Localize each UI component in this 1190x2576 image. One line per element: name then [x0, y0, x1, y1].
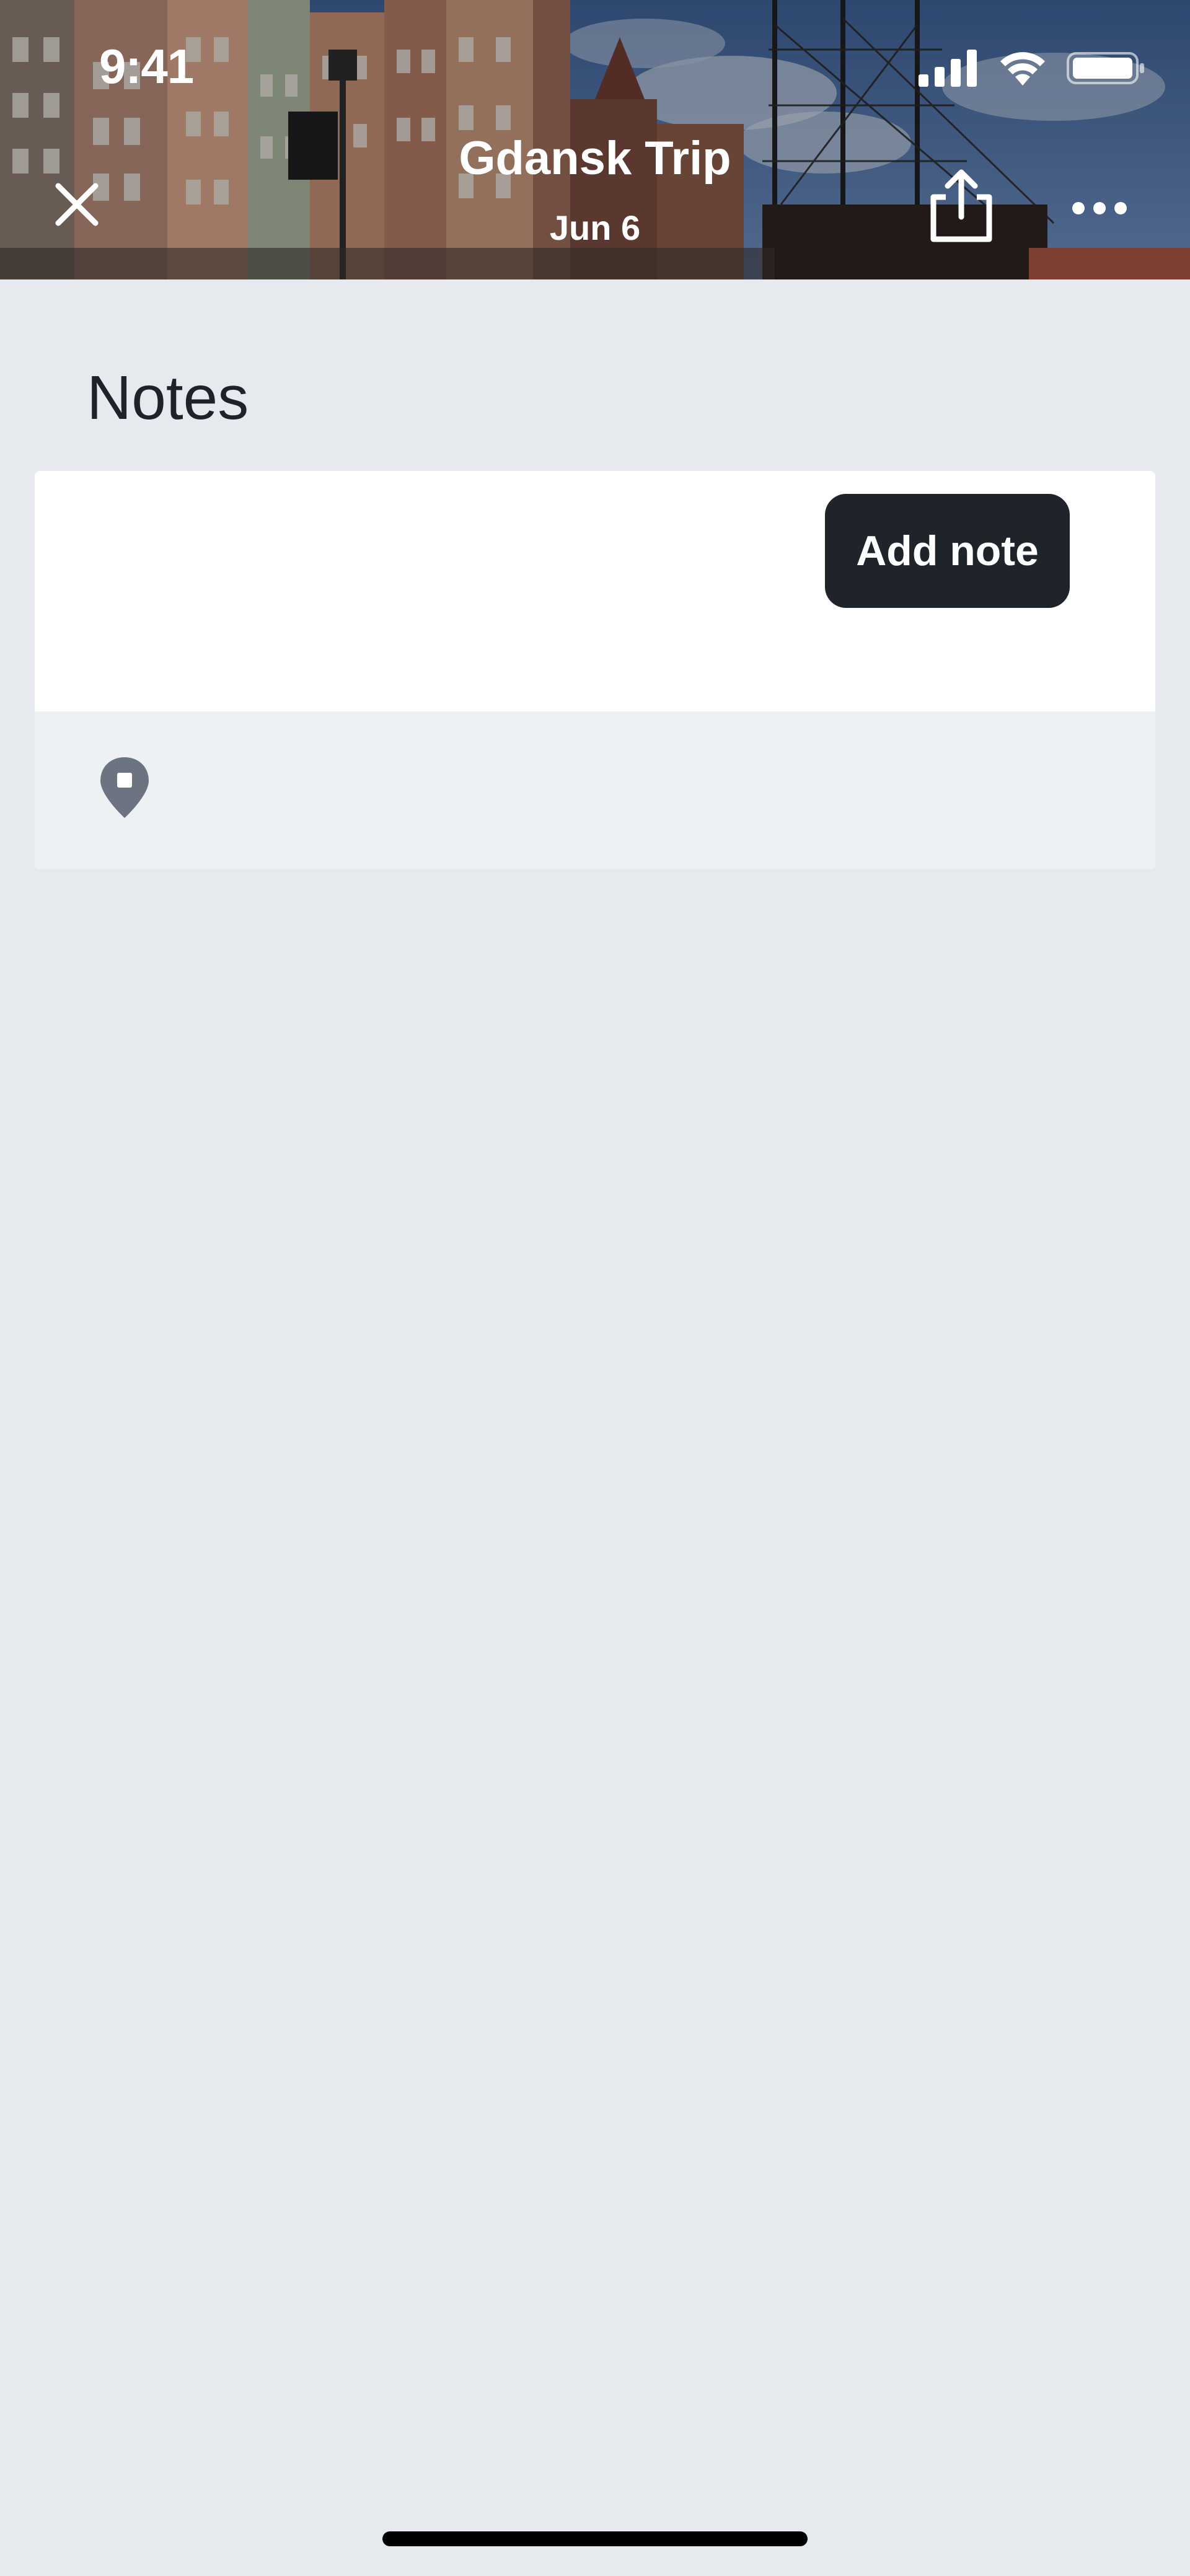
status-icons [917, 50, 1145, 87]
wifi-icon [1000, 52, 1045, 86]
trip-title: Gdansk Trip [459, 132, 731, 185]
home-indicator[interactable] [382, 2531, 808, 2546]
location-pin-icon[interactable] [97, 754, 152, 822]
battery-icon [1067, 52, 1144, 84]
notes-heading: Notes [87, 363, 249, 433]
trip-header: 9:41 Gdansk Trip Jun 6 [0, 0, 1190, 279]
cellular-signal-icon [919, 50, 977, 87]
notes-toolbar [35, 711, 1155, 869]
status-time: 9:41 [99, 39, 194, 94]
trip-notes-screen: 9:41 Gdansk Trip Jun 6 Notes Add note [0, 0, 1190, 2576]
trip-date: Jun 6 [549, 208, 641, 247]
add-note-button[interactable]: Add note [825, 494, 1070, 608]
more-icon[interactable] [1069, 196, 1130, 221]
share-icon[interactable] [927, 167, 995, 244]
